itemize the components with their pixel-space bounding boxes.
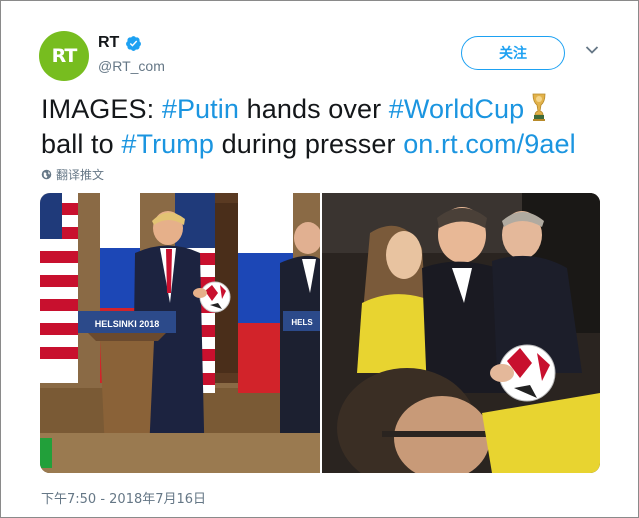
media-grid[interactable]: HELSINKI 2018 HELS bbox=[40, 193, 600, 473]
account-name[interactable]: RT bbox=[98, 34, 119, 52]
photo-press-conference-image: HELSINKI 2018 HELS bbox=[40, 193, 320, 473]
translate-tweet-link[interactable]: 翻译推文 bbox=[41, 166, 104, 183]
globe-icon bbox=[41, 169, 52, 180]
avatar-logo-text: RT bbox=[51, 45, 78, 67]
chevron-down-icon[interactable] bbox=[585, 45, 599, 55]
tweet-text-part: IMAGES: bbox=[41, 94, 162, 124]
tweet-card: RT RT @RT_com 关注 IMAGES: #Putin hands ov… bbox=[0, 0, 639, 518]
photo-audience[interactable] bbox=[322, 193, 600, 473]
photo-audience-image bbox=[322, 193, 600, 473]
podium-sign-left: HELSINKI 2018 bbox=[95, 319, 160, 329]
tweet-link[interactable]: on.rt.com/9ael bbox=[403, 129, 575, 159]
hashtag-worldcup[interactable]: #WorldCup bbox=[389, 94, 524, 124]
hashtag-putin[interactable]: #Putin bbox=[162, 94, 239, 124]
follow-button[interactable]: 关注 bbox=[461, 36, 565, 70]
trophy-icon bbox=[532, 93, 546, 121]
photo-press-conference[interactable]: HELSINKI 2018 HELS bbox=[40, 193, 320, 473]
tweet-text-part: hands over bbox=[239, 94, 389, 124]
hashtag-trump[interactable]: #Trump bbox=[121, 129, 214, 159]
account-handle[interactable]: @RT_com bbox=[98, 58, 165, 74]
verified-badge-icon bbox=[126, 35, 142, 51]
account-name-row[interactable]: RT bbox=[98, 34, 142, 52]
avatar[interactable]: RT bbox=[39, 31, 89, 81]
tweet-timestamp[interactable]: 下午7:50 - 2018年7月16日 bbox=[41, 488, 206, 507]
tweet-text-part: ball to bbox=[41, 129, 122, 159]
translate-label: 翻译推文 bbox=[56, 168, 105, 182]
tweet-text-part: during presser bbox=[213, 129, 404, 159]
podium-sign-right: HELS bbox=[291, 318, 313, 327]
tweet-text: IMAGES: #Putin hands over #WorldCup ball… bbox=[41, 92, 621, 162]
